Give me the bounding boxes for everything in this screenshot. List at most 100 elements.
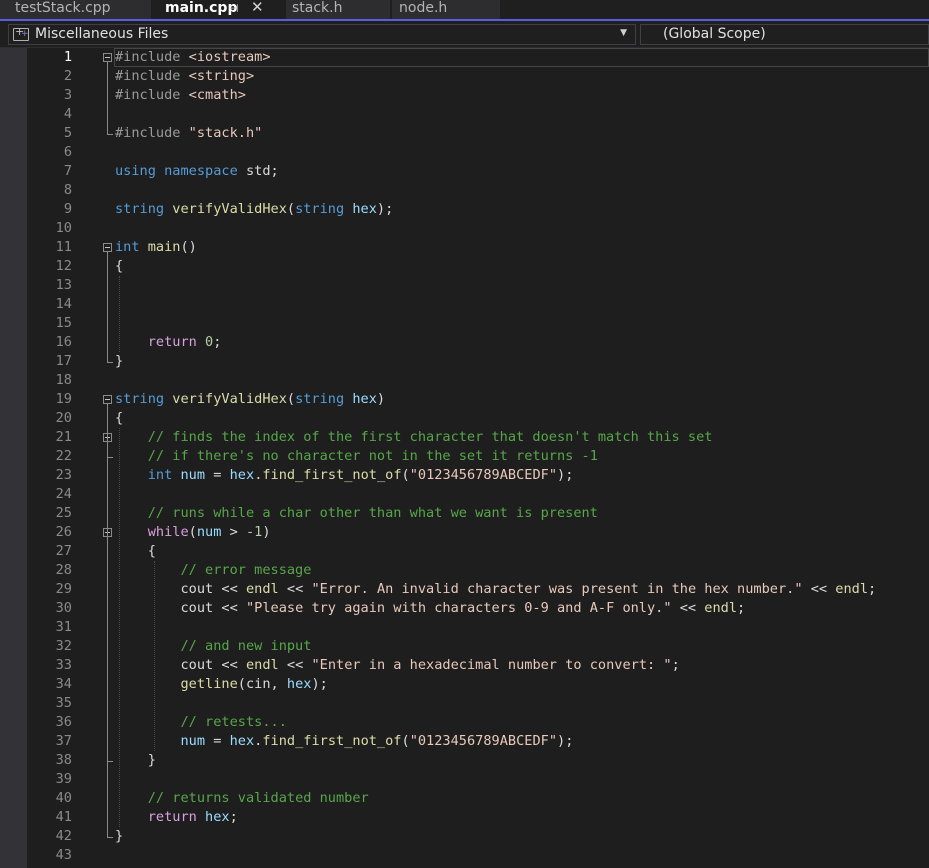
collapse-icon[interactable] [103, 243, 112, 252]
code-text: cout << endl << "Enter in a hexadecimal … [115, 656, 680, 675]
tab-main-cpp[interactable]: main.cpp ⊣ ✕ [151, 0, 285, 19]
code-line[interactable]: 18 [0, 371, 929, 390]
code-editor[interactable]: 1 #include <iostream> 2 #include <string> 3 #… [0, 48, 929, 868]
code-token: namespace [164, 163, 238, 179]
code-line[interactable]: 26 while(num > -1) [0, 523, 929, 542]
pin-icon[interactable]: ⊣ [229, 1, 239, 17]
code-line[interactable]: 23 int num = hex.find_first_not_of("0123… [0, 466, 929, 485]
scope-dropdown[interactable]: (Global Scope) [640, 24, 929, 45]
code-line[interactable]: 32 // and new input [0, 637, 929, 656]
code-token: << [278, 581, 312, 597]
line-number: 31 [55, 619, 72, 635]
code-line[interactable]: 42} [0, 827, 929, 846]
code-text: #include <cmath> [115, 86, 246, 105]
code-token: endl [704, 600, 738, 616]
code-text: while(num > -1) [115, 523, 271, 542]
code-token: cout << [180, 600, 246, 616]
code-line[interactable]: 7 using namespace std; [0, 162, 929, 181]
code-line[interactable]: 15 [0, 314, 929, 333]
code-line[interactable]: 10 [0, 219, 929, 238]
line-number: 41 [55, 809, 72, 825]
code-line[interactable]: 3 #include <cmath> [0, 86, 929, 105]
outline-end [107, 761, 113, 762]
line-number: 15 [55, 315, 72, 331]
code-token: // and new input [180, 638, 312, 654]
code-line[interactable]: 1 #include <iostream> [0, 48, 929, 67]
line-number: 42 [55, 828, 72, 844]
collapse-icon[interactable] [103, 395, 112, 404]
code-token: #include [115, 87, 189, 103]
code-line[interactable]: 35 [0, 694, 929, 713]
code-line[interactable]: 12 { [0, 257, 929, 276]
code-line[interactable]: 22 // if there's no character not in the… [0, 447, 929, 466]
code-line[interactable]: 11 int main() [0, 238, 929, 257]
code-line[interactable]: 39 [0, 770, 929, 789]
code-token: hex [205, 809, 230, 825]
code-line[interactable]: 29 cout << endl << "Error. An invalid ch… [0, 580, 929, 599]
code-line[interactable]: 20 { [0, 409, 929, 428]
code-line[interactable]: 40 // returns validated number [0, 789, 929, 808]
outline-line [107, 62, 108, 134]
line-number: 29 [55, 581, 72, 597]
code-token: find_first_not_of [262, 467, 402, 483]
line-number: 24 [55, 486, 72, 502]
outline-end [107, 362, 113, 363]
code-line[interactable]: 8 [0, 181, 929, 200]
code-line[interactable]: 38 } [0, 751, 929, 770]
code-line[interactable]: 41 return hex; [0, 808, 929, 827]
code-line[interactable]: 33 cout << endl << "Enter in a hexadecim… [0, 656, 929, 675]
code-token: int [147, 467, 173, 483]
code-line[interactable]: 21 // finds the index of the first chara… [0, 428, 929, 447]
code-line[interactable]: 30 cout << "Please try again with charac… [0, 599, 929, 618]
tab-node-h[interactable]: node.h [392, 0, 500, 19]
close-icon[interactable]: ✕ [251, 0, 264, 15]
tab-stack-h[interactable]: stack.h [286, 0, 390, 19]
code-line[interactable]: 27 { [0, 542, 929, 561]
code-line[interactable]: 9 string verifyValidHex(string hex); [0, 200, 929, 219]
code-line[interactable]: 43 [0, 846, 929, 865]
code-line[interactable]: 13 [0, 276, 929, 295]
code-line[interactable]: 24 [0, 485, 929, 504]
line-number: 25 [55, 505, 72, 521]
code-token: main [147, 239, 181, 255]
code-line[interactable]: 2 #include <string> [0, 67, 929, 86]
line-number: 32 [55, 638, 72, 654]
code-line[interactable]: 37 num = hex.find_first_not_of("01234567… [0, 732, 929, 751]
code-line[interactable]: 19 string verifyValidHex(string hex) [0, 390, 929, 409]
line-number: 43 [55, 847, 72, 863]
line-number: 4 [63, 106, 72, 122]
code-line[interactable]: 25 // runs while a char other than what … [0, 504, 929, 523]
code-line[interactable]: 14 [0, 295, 929, 314]
code-token: ); [557, 733, 574, 749]
chevron-down-icon[interactable]: ▼ [620, 28, 627, 38]
code-line[interactable]: 28 // error message [0, 561, 929, 580]
line-number: 11 [55, 239, 72, 255]
code-line[interactable]: 6 [0, 143, 929, 162]
code-text: return 0; [115, 333, 222, 352]
code-token: ; [671, 657, 680, 673]
code-line[interactable]: 4 [0, 105, 929, 124]
code-text: } [115, 352, 123, 371]
code-token: verifyValidHex [172, 201, 287, 217]
collapse-icon[interactable] [103, 53, 112, 62]
line-number: 28 [55, 562, 72, 578]
code-text: int num = hex.find_first_not_of("0123456… [115, 466, 574, 485]
tab-teststack-cpp[interactable]: testStack.cpp [0, 0, 158, 19]
code-line[interactable]: 31 [0, 618, 929, 637]
code-line[interactable]: 5 #include "stack.h" [0, 124, 929, 143]
code-line[interactable]: 17} [0, 352, 929, 371]
code-line[interactable]: 16 return 0; [0, 333, 929, 352]
code-line[interactable]: 36 // retests... [0, 713, 929, 732]
code-line[interactable]: 34 getline(cin, hex); [0, 675, 929, 694]
project-dropdown[interactable]: Miscellaneous Files ▼ [8, 24, 636, 45]
line-number: 7 [63, 163, 72, 179]
line-number: 34 [55, 676, 72, 692]
line-number: 13 [55, 277, 72, 293]
code-token: <iostream> [188, 49, 271, 65]
code-token: // finds the index of the first characte… [147, 429, 713, 445]
